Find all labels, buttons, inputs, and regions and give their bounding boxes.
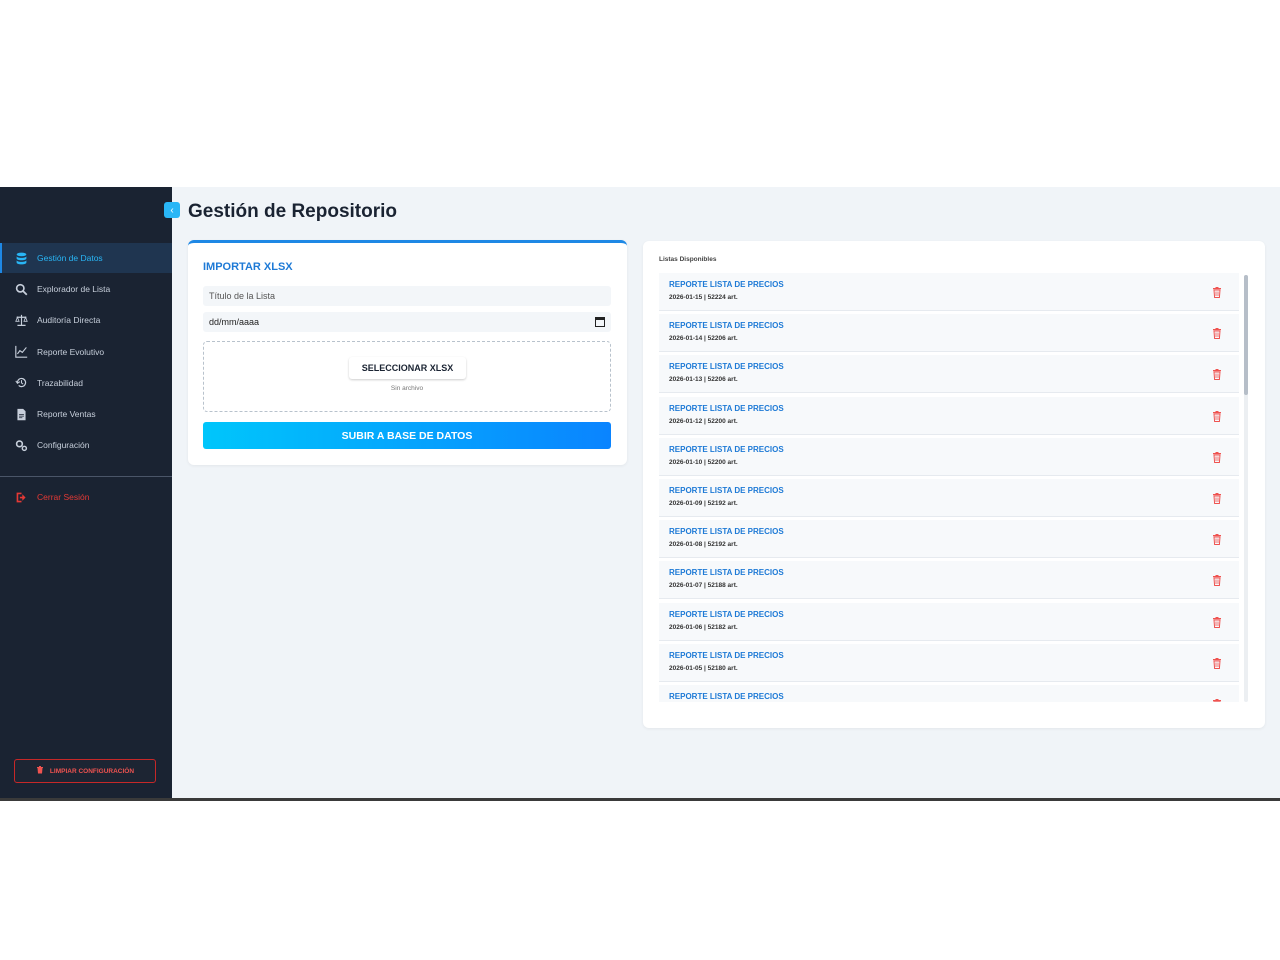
upload-button[interactable]: SUBIR A BASE DE DATOS [203, 422, 611, 449]
date-value: dd/mm/aaaa [209, 317, 260, 327]
list-item-title[interactable]: REPORTE LISTA DE PRECIOS [669, 445, 784, 454]
sidebar-item-gestión-de-datos[interactable]: Gestión de Datos [0, 243, 172, 273]
page-title: Gestión de Repositorio [188, 201, 398, 222]
lists-scrollbar[interactable] [1244, 275, 1248, 702]
import-card: IMPORTAR XLSX Título de la Lista dd/mm/a… [188, 240, 627, 465]
delete-icon[interactable] [1212, 656, 1222, 669]
history-icon [14, 376, 28, 390]
delete-icon[interactable] [1212, 697, 1222, 702]
sidebar-item-label: Reporte Ventas [37, 409, 96, 419]
chevron-left-icon: ‹ [170, 204, 174, 216]
delete-icon[interactable] [1212, 409, 1222, 422]
list-item-meta: 2026-01-09 | 52192 art. [669, 500, 738, 507]
list-item-meta: 2026-01-07 | 52188 art. [669, 582, 738, 590]
sidebar-toggle-button[interactable]: ‹ [164, 202, 180, 218]
list-item[interactable]: REPORTE LISTA DE PRECIOS 2026-01-12 | 522… [659, 396, 1239, 435]
sidebar-item-reporte-ventas[interactable]: Reporte Ventas [0, 399, 172, 429]
file-icon [14, 407, 28, 421]
sidebar-item-label: Trazabilidad [37, 377, 83, 388]
sidebar-item-label: Explorador de Lista [37, 284, 111, 295]
gears-icon [14, 438, 28, 452]
list-item-title[interactable]: REPORTE LISTA DE PRECIOS [669, 486, 784, 495]
sidebar-item-explorador-de-lista[interactable]: Explorador de Lista [0, 274, 172, 304]
delete-icon[interactable] [1212, 450, 1222, 463]
list-item-meta: 2026-01-12 | 52200 art. [669, 417, 738, 425]
delete-icon[interactable] [1212, 573, 1222, 587]
sidebar-item-label: Reporte Evolutivo [37, 346, 105, 357]
list-item-title[interactable]: REPORTE LISTA DE PRECIOS [669, 362, 784, 371]
list-item[interactable]: REPORTE LISTA DE PRECIOS 2026-01-05 | 521… [659, 643, 1239, 682]
sidebar-item-label: Configuración [37, 440, 90, 451]
list-item[interactable]: REPORTE LISTA DE PRECIOS 2026-01-10 | 522… [659, 437, 1239, 476]
sidebar-item-label: Gestión de Datos [37, 253, 103, 263]
clear-config-label: LIMPIAR CONFIGURACIÓN [49, 767, 135, 775]
list-item-meta: 2026-01-08 | 52192 art. [669, 541, 738, 549]
list-item-meta: 2026-01-05 | 52180 art. [669, 664, 738, 672]
list-item-meta: 2026-01-10 | 52200 art. [669, 458, 738, 466]
delete-icon[interactable] [1212, 532, 1222, 546]
lists-title: Listas Disponibles [659, 256, 717, 263]
sidebar-item-auditoría-directa[interactable]: Auditoría Directa [0, 305, 172, 335]
list-item[interactable]: REPORTE LISTA DE PRECIOS 2026-01-06 | 521… [659, 602, 1239, 641]
no-file-label: Sin archivo [390, 385, 424, 392]
clear-config-button[interactable]: LIMPIAR CONFIGURACIÓN [14, 759, 156, 783]
list-item-title[interactable]: REPORTE LISTA DE PRECIOS [669, 692, 784, 701]
date-input[interactable]: dd/mm/aaaa [203, 312, 611, 332]
sidebar-divider [0, 476, 172, 477]
delete-icon[interactable] [1212, 285, 1222, 298]
file-dropzone[interactable]: SELECCIONAR XLSX Sin archivo [203, 341, 611, 412]
list-item[interactable]: REPORTE LISTA DE PRECIOS 2026-01-13 | 522… [659, 355, 1239, 394]
database-icon [14, 251, 28, 265]
list-item-meta: 2026-01-14 | 52206 art. [669, 335, 738, 343]
calendar-icon[interactable] [595, 316, 605, 327]
delete-icon[interactable] [1212, 615, 1222, 628]
search-icon [14, 282, 28, 296]
list-item-meta: 2026-01-06 | 52182 art. [669, 623, 738, 631]
sidebar-item-configuración[interactable]: Configuración [0, 430, 172, 460]
import-title: IMPORTAR XLSX [203, 261, 293, 273]
list-item-title[interactable]: REPORTE LISTA DE PRECIOS [669, 651, 784, 660]
logout-button[interactable]: Cerrar Sesión [0, 482, 172, 512]
main-content: ‹ Gestión de Repositorio IMPORTAR XLSX T… [164, 187, 1280, 798]
sidebar-item-label: Auditoría Directa [37, 315, 101, 326]
logout-label: Cerrar Sesión [37, 492, 90, 502]
trash-icon [36, 766, 44, 776]
select-xlsx-button[interactable]: SELECCIONAR XLSX [349, 357, 466, 379]
list-item-title[interactable]: REPORTE LISTA DE PRECIOS [669, 610, 784, 619]
list-item-title[interactable]: REPORTE LISTA DE PRECIOS [669, 568, 784, 577]
list-item[interactable]: REPORTE LISTA DE PRECIOS 2026-01-08 | 521… [659, 520, 1239, 559]
list-item-title[interactable]: REPORTE LISTA DE PRECIOS [669, 321, 784, 330]
list-item-title[interactable]: REPORTE LISTA DE PRECIOS [669, 404, 784, 413]
sidebar-item-trazabilidad[interactable]: Trazabilidad [0, 368, 172, 398]
scrollbar-thumb[interactable] [1244, 275, 1248, 395]
list-item[interactable]: REPORTE LISTA DE PRECIOS 2026-01-14 | 522… [659, 314, 1239, 353]
lists-container: REPORTE LISTA DE PRECIOS 2026-01-15 | 522… [659, 273, 1239, 702]
delete-icon[interactable] [1212, 491, 1222, 504]
list-item-title[interactable]: REPORTE LISTA DE PRECIOS [669, 280, 784, 289]
lists-card: Listas Disponibles REPORTE LISTA DE PREC… [643, 241, 1265, 728]
list-item[interactable]: REPORTE LISTA DE PRECIOS 2026-01-07 | 521… [659, 561, 1239, 600]
logout-icon [14, 490, 28, 504]
sidebar: Gestión de Datos Explorador de Lista Audit… [0, 187, 172, 798]
list-title-input[interactable]: Título de la Lista [203, 286, 611, 306]
list-item-meta: 2026-01-15 | 52224 art. [669, 294, 738, 301]
list-item[interactable]: REPORTE LISTA DE PRECIOS 2026-01-09 | 521… [659, 479, 1239, 517]
list-item[interactable]: REPORTE LISTA DE PRECIOS [659, 685, 1239, 702]
delete-icon[interactable] [1212, 326, 1222, 340]
scale-icon [14, 313, 28, 327]
list-item-title[interactable]: REPORTE LISTA DE PRECIOS [669, 527, 784, 536]
list-item[interactable]: REPORTE LISTA DE PRECIOS 2026-01-15 | 522… [659, 273, 1239, 311]
line-chart-icon [14, 345, 28, 359]
delete-icon[interactable] [1212, 367, 1222, 381]
sidebar-item-reporte-evolutivo[interactable]: Reporte Evolutivo [0, 337, 172, 367]
list-item-meta: 2026-01-13 | 52206 art. [669, 376, 738, 384]
